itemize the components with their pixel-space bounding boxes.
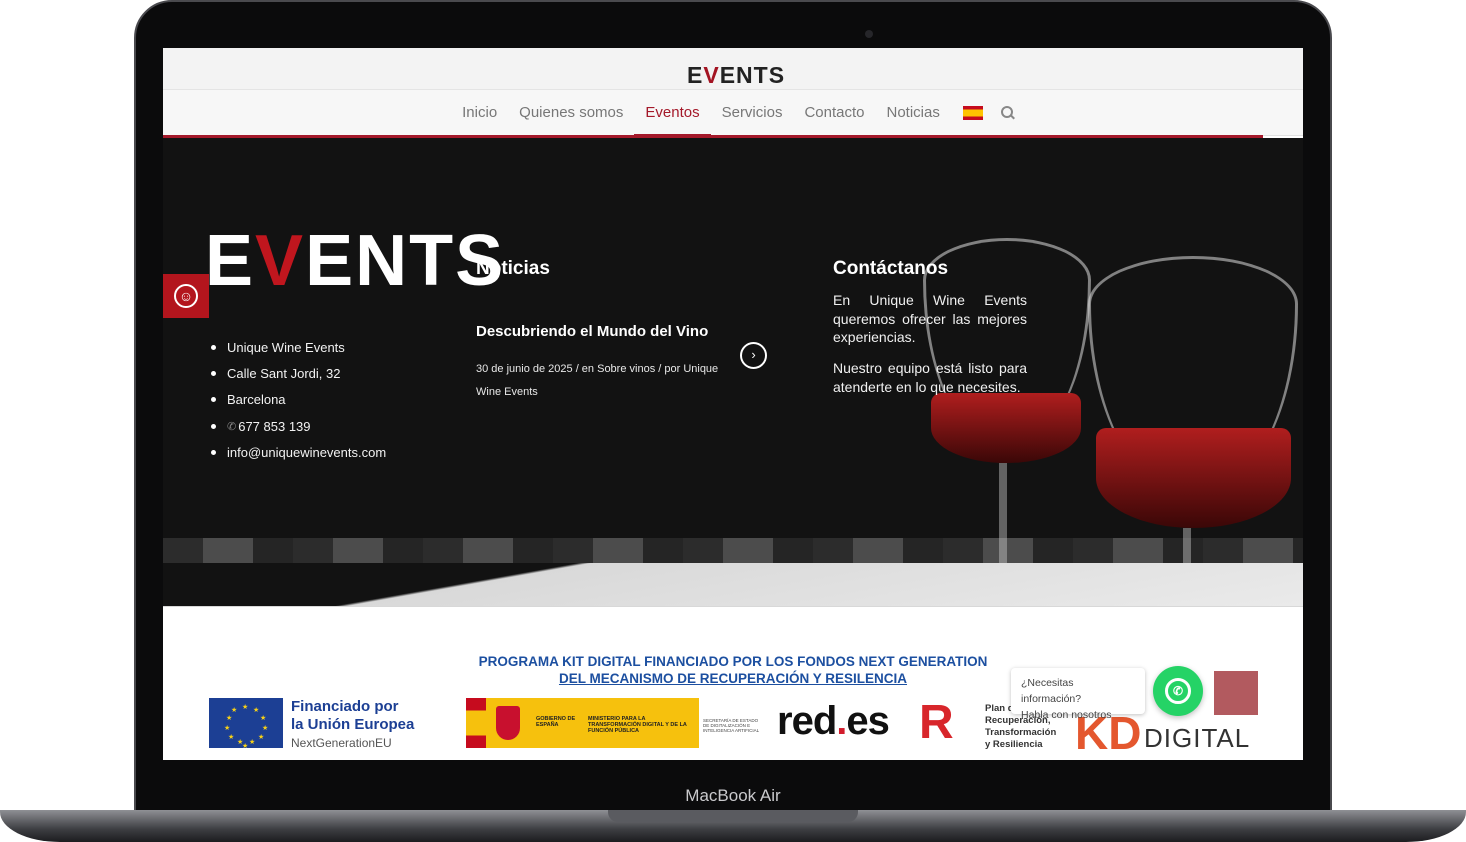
secretaria-text: SECRETARÍA DE ESTADO DE DIGITALIZACIÓN E…: [703, 718, 760, 733]
eu-line: Financiado por: [291, 698, 399, 715]
site-header: EVENTS Inicio Quienes somos Eventos Serv…: [163, 48, 1303, 138]
laptop-frame: EVENTS Inicio Quienes somos Eventos Serv…: [0, 0, 1466, 842]
info-text: Calle Sant Jordi, 32: [227, 365, 341, 381]
prtr-line: y Resiliencia: [985, 739, 1043, 750]
laptop-notch: [608, 810, 858, 822]
logo-wine-letter: V: [703, 62, 720, 88]
nav-item-quienes-somos[interactable]: Quienes somos: [508, 90, 634, 136]
main-nav: Inicio Quienes somos Eventos Servicios C…: [163, 90, 1303, 136]
contact-paragraph-1: En Unique Wine Events queremos ofrecer l…: [833, 292, 1027, 345]
chat-line: ¿Necesitas información?: [1021, 677, 1082, 705]
site-logo[interactable]: EVENTS: [687, 62, 785, 89]
eu-line: NextGenerationEU: [291, 736, 392, 750]
phone-icon: ✆: [227, 420, 237, 433]
kit-digital-wordmark: DIGITAL: [1144, 723, 1251, 753]
gobierno-text: GOBIERNO DE ESPAÑA: [536, 716, 576, 728]
news-post-title[interactable]: Descubriendo el Mundo del Vino: [476, 323, 708, 340]
info-city: Barcelona: [211, 387, 386, 413]
kit-digital-heading: PROGRAMA KIT DIGITAL FINANCIADO POR LOS …: [423, 653, 1043, 687]
logo-letter: E: [687, 62, 704, 88]
whatsapp-icon: ✆: [1165, 678, 1191, 704]
nav-item-contacto[interactable]: Contacto: [793, 90, 875, 136]
browser-screen: EVENTS Inicio Quienes somos Eventos Serv…: [163, 48, 1303, 760]
gobierno-logo: GOBIERNO DE ESPAÑA MINISTERIO PARA LA TR…: [466, 698, 699, 748]
wine-fill-image: [931, 393, 1081, 463]
eu-funding-text: Financiado por la Unión Europea NextGene…: [291, 698, 414, 752]
table-surface: [163, 563, 1303, 606]
camera-icon: [865, 30, 873, 38]
redes-dot: .: [836, 699, 847, 743]
kit-heading-line: PROGRAMA KIT DIGITAL FINANCIADO POR LOS …: [478, 654, 988, 669]
prtr-line: Transformación: [985, 727, 1057, 738]
info-phone[interactable]: ✆ 677 853 139: [211, 413, 386, 439]
kit-digital-block-icon: [1214, 671, 1258, 715]
contact-info-list: Unique Wine Events Calle Sant Jordi, 32 …: [211, 334, 386, 465]
eu-flag-icon: ★ ★ ★ ★ ★ ★ ★ ★ ★ ★ ★ ★: [209, 698, 283, 750]
nav-item-inicio[interactable]: Inicio: [451, 90, 508, 136]
info-text: Unique Wine Events: [227, 339, 345, 355]
spain-shield-icon: [496, 706, 520, 740]
logo-letter: E: [205, 221, 256, 301]
chat-bubble[interactable]: ¿Necesitas información? Habla con nosotr…: [1011, 668, 1145, 721]
news-post-meta: 30 de junio de 2025 / en Sobre vinos / p…: [476, 363, 719, 398]
nav-item-noticias[interactable]: Noticias: [876, 90, 951, 136]
info-text: Barcelona: [227, 392, 286, 408]
device-label: MacBook Air: [685, 786, 781, 805]
eu-line: la Unión Europea: [291, 716, 415, 733]
kit-heading-line: DEL MECANISMO DE RECUPERACIÓN Y RESILENC…: [558, 671, 908, 686]
whatsapp-button[interactable]: ✆: [1153, 666, 1203, 716]
info-address: Calle Sant Jordi, 32: [211, 360, 386, 386]
chevron-right-icon[interactable]: ›: [740, 342, 767, 369]
spain-flag-icon[interactable]: [962, 106, 983, 120]
chat-line: Habla con nosotros: [1021, 709, 1112, 721]
wine-fill-image: [1096, 428, 1291, 528]
footer-section: ☺ EVENTS Unique Wine Events Calle Sant J…: [163, 138, 1303, 606]
news-heading: Noticias: [476, 258, 550, 279]
ministerio-text: MINISTERIO PARA LA TRANSFORMACIÓN DIGITA…: [588, 716, 687, 734]
nav-item-eventos[interactable]: Eventos: [634, 90, 711, 136]
search-icon[interactable]: [1000, 106, 1015, 120]
info-email[interactable]: info@uniquewinevents.com: [211, 439, 386, 465]
footer-logo: EVENTS: [205, 220, 505, 302]
contact-paragraph-2: Nuestro equipo está listo para atenderte…: [833, 360, 1027, 395]
info-text: 677 853 139: [238, 418, 311, 434]
info-company: Unique Wine Events: [211, 334, 386, 360]
logo-wine-letter: V: [255, 221, 306, 301]
redes-text: red: [777, 699, 837, 743]
header-logo-bar: EVENTS: [163, 48, 1303, 90]
nav-item-servicios[interactable]: Servicios: [711, 90, 794, 136]
red-es-logo: red.es: [777, 699, 890, 744]
prtr-logo-icon: R: [919, 696, 954, 749]
spain-stripe: [466, 698, 486, 748]
info-text: info@uniquewinevents.com: [227, 444, 387, 460]
contact-heading: Contáctanos: [833, 258, 949, 279]
redes-text: es: [846, 699, 889, 743]
accessibility-icon: ☺: [174, 284, 198, 308]
accessibility-button[interactable]: ☺: [163, 274, 209, 318]
logo-rest: ENTS: [719, 62, 786, 88]
